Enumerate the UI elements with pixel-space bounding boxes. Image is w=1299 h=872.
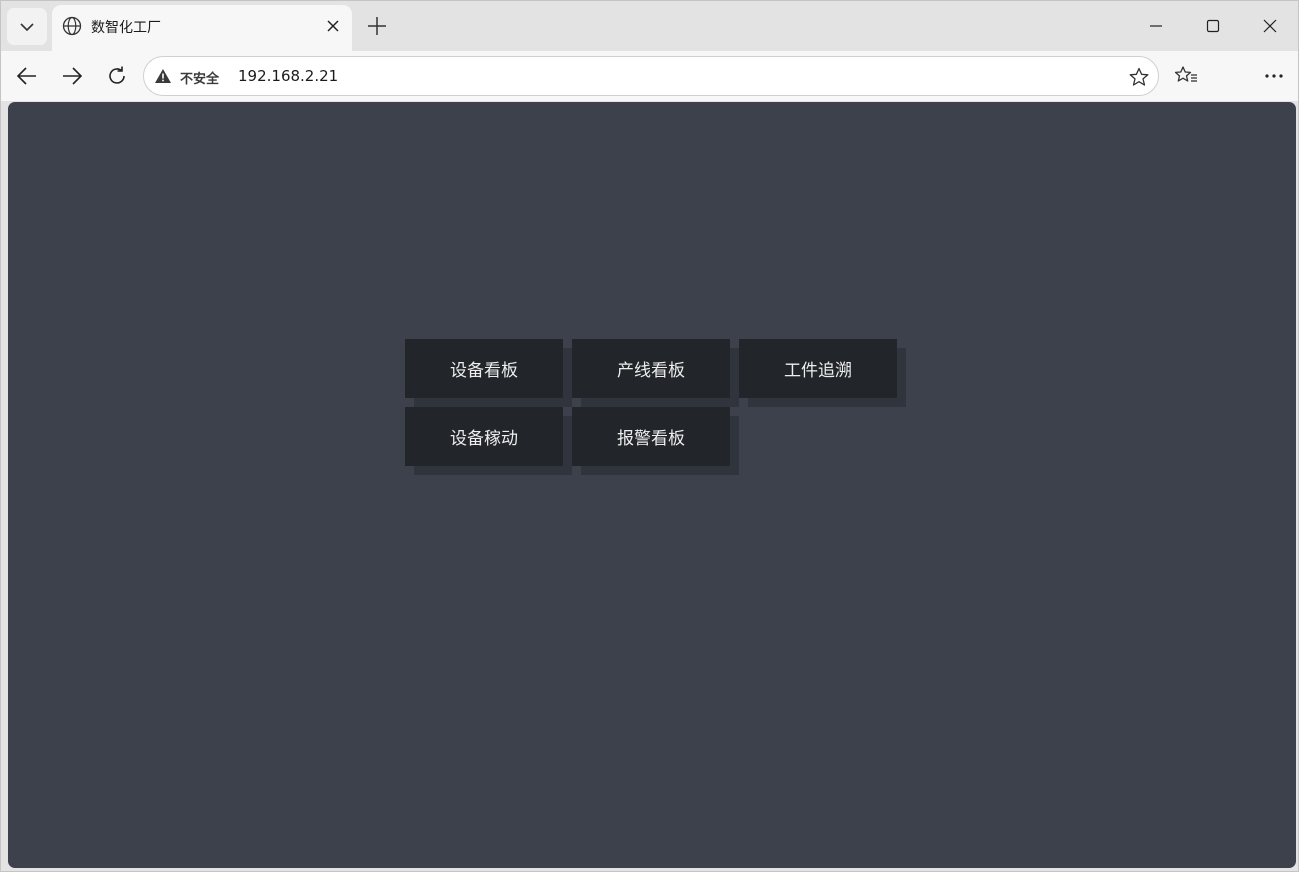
menu-tile-alarm-board[interactable]: 报警看板	[572, 407, 730, 466]
new-tab-button[interactable]	[363, 12, 391, 40]
refresh-icon	[109, 66, 125, 84]
browser-window: 数智化工厂 不安全 192.168.2.21 设备看板 产线看板 工件追溯 设备…	[0, 0, 1299, 872]
menu-tile-equipment-board[interactable]: 设备看板	[405, 339, 563, 398]
security-status[interactable]: 不安全	[180, 68, 219, 87]
more-icon	[1265, 74, 1283, 78]
page-content: 设备看板 产线看板 工件追溯 设备稼动 报警看板	[8, 102, 1296, 868]
tab-actions-button[interactable]	[7, 8, 47, 45]
menu-tile-part-trace[interactable]: 工件追溯	[739, 339, 897, 398]
tab-title: 数智化工厂	[91, 20, 161, 36]
forward-button[interactable]	[57, 61, 87, 91]
active-tab[interactable]: 数智化工厂	[52, 5, 352, 51]
plus-icon	[368, 17, 386, 35]
warning-icon	[155, 69, 171, 83]
maximize-icon	[1206, 19, 1220, 33]
tab-strip: 数智化工厂	[1, 1, 1298, 51]
favorites-list-icon	[1174, 66, 1197, 82]
minimize-icon	[1150, 25, 1162, 27]
maximize-button[interactable]	[1190, 9, 1236, 43]
menu-tile-label: 报警看板	[617, 429, 685, 449]
menu-tile-label: 产线看板	[617, 361, 685, 381]
minimize-button[interactable]	[1133, 9, 1179, 43]
menu-grid: 设备看板 产线看板 工件追溯 设备稼动 报警看板	[405, 339, 905, 474]
add-favorite-button[interactable]	[1128, 66, 1150, 88]
star-icon	[1129, 67, 1149, 86]
menu-tile-label: 工件追溯	[784, 361, 852, 381]
close-icon	[327, 20, 339, 32]
chevron-down-icon	[20, 22, 34, 31]
globe-icon	[62, 16, 82, 36]
refresh-button[interactable]	[102, 61, 132, 91]
tab-close-button[interactable]	[324, 17, 342, 35]
arrow-right-icon	[63, 67, 83, 85]
browser-toolbar: 不安全 192.168.2.21	[1, 51, 1298, 101]
favorites-button[interactable]	[1171, 61, 1201, 91]
menu-tile-line-board[interactable]: 产线看板	[572, 339, 730, 398]
back-button[interactable]	[12, 61, 42, 91]
url-text[interactable]: 192.168.2.21	[238, 67, 338, 85]
menu-tile-label: 设备看板	[450, 361, 518, 381]
close-icon	[1263, 19, 1277, 33]
more-menu-button[interactable]	[1259, 61, 1289, 91]
arrow-left-icon	[16, 67, 36, 85]
close-window-button[interactable]	[1247, 9, 1293, 43]
menu-tile-equipment-utilization[interactable]: 设备稼动	[405, 407, 563, 466]
menu-tile-label: 设备稼动	[450, 429, 518, 449]
address-bar[interactable]: 不安全 192.168.2.21	[143, 56, 1159, 96]
